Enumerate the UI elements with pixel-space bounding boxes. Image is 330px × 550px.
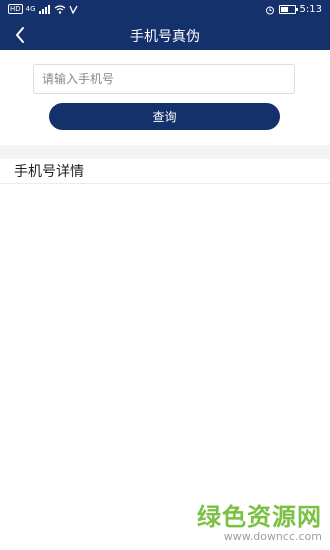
data-icon bbox=[68, 5, 78, 14]
query-button[interactable]: 查询 bbox=[49, 103, 280, 130]
status-bar-left: HD 4G bbox=[8, 4, 78, 14]
details-section-title: 手机号详情 bbox=[14, 164, 84, 180]
watermark-title: 绿色资源网 bbox=[197, 503, 322, 531]
battery-level-fill bbox=[280, 7, 288, 12]
battery-icon bbox=[278, 5, 298, 14]
wifi-icon bbox=[54, 4, 65, 14]
status-bar: HD 4G 5:13 bbox=[0, 0, 330, 20]
navigation-bar: 手机号真伪 bbox=[0, 20, 330, 50]
alarm-icon bbox=[265, 6, 274, 14]
signal-icon bbox=[38, 4, 50, 14]
details-divider bbox=[0, 183, 330, 184]
watermark: 绿色资源网 www.downcc.com bbox=[197, 505, 322, 542]
status-bar-right: 5:13 bbox=[265, 4, 322, 15]
section-divider bbox=[0, 145, 330, 159]
page-title: 手机号真伪 bbox=[130, 29, 200, 45]
watermark-url: www.downcc.com bbox=[223, 530, 322, 543]
status-time: 5:13 bbox=[299, 4, 322, 15]
hd-icon: HD bbox=[8, 4, 23, 14]
phone-number-input[interactable] bbox=[33, 64, 295, 94]
network-type-label: 4G bbox=[25, 5, 36, 13]
